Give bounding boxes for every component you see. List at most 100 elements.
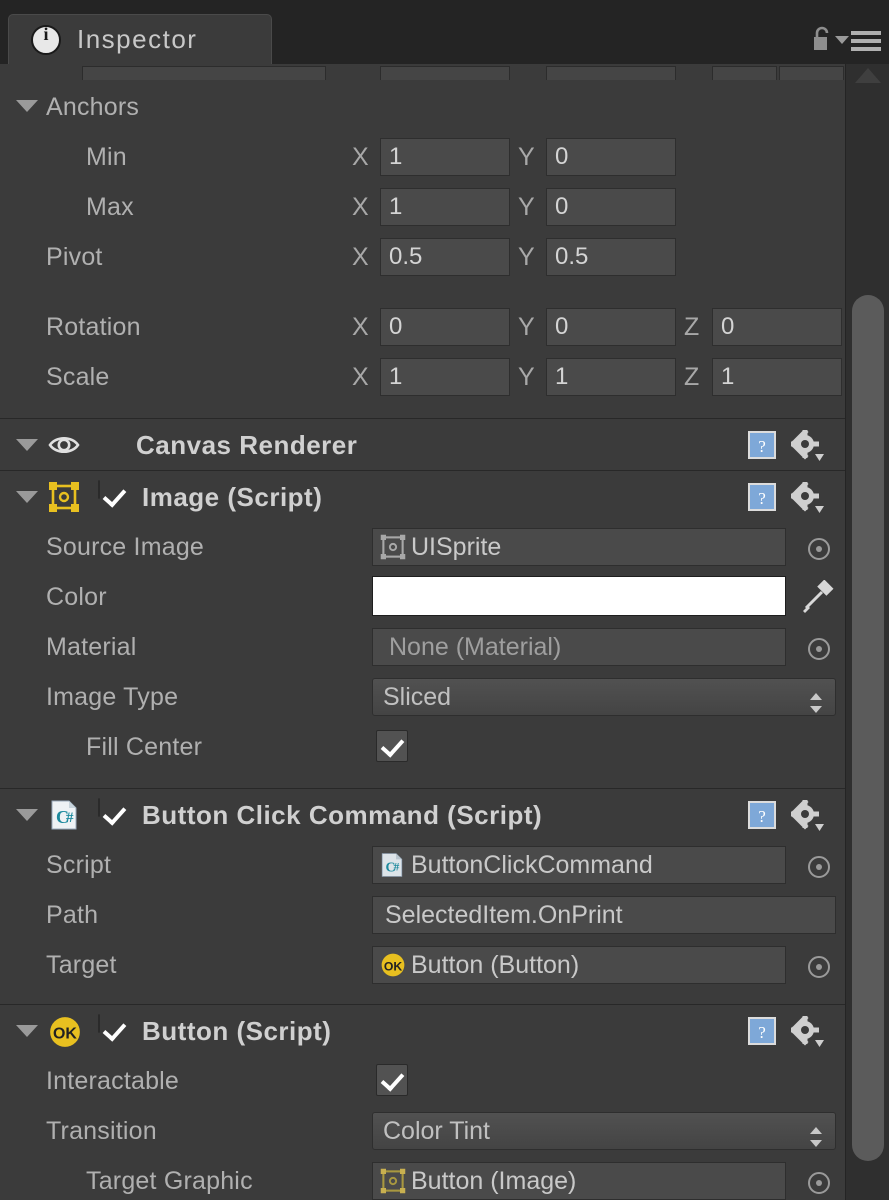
help-book-icon[interactable]: ? (747, 482, 777, 512)
transition-value: Color Tint (383, 1117, 490, 1145)
partial-field-4 (712, 66, 777, 80)
color-swatch-field[interactable] (372, 576, 786, 616)
partial-field-2 (380, 66, 510, 80)
foldout-canvas-renderer-icon[interactable] (16, 439, 38, 451)
anchor-min-y-axis: Y (518, 143, 535, 171)
button-enabled-checkbox[interactable] (98, 1014, 100, 1033)
gear-icon[interactable] (789, 798, 825, 832)
transition-dropdown[interactable]: Color Tint (372, 1112, 836, 1150)
anchor-max-y-input[interactable]: 0 (546, 188, 676, 226)
target-value: Button (Button) (411, 950, 580, 979)
object-picker-icon[interactable] (808, 956, 830, 978)
object-picker-icon[interactable] (808, 538, 830, 560)
target-graphic-objectfield[interactable]: Button (Image) (372, 1162, 786, 1200)
row-source-image: Source Image UISprite (0, 522, 845, 572)
rotation-y-input[interactable]: 0 (546, 308, 676, 346)
button-title: Button (Script) (142, 1016, 332, 1046)
path-value: SelectedItem.OnPrint (385, 900, 623, 929)
spacer-before-button-click-command (0, 772, 845, 788)
scroll-up-arrow-icon[interactable] (855, 68, 881, 83)
row-fill-center: Fill Center (0, 722, 845, 772)
script-value: ButtonClickCommand (411, 850, 653, 879)
tab-inspector-label: Inspector (77, 24, 198, 54)
help-book-icon[interactable]: ? (747, 800, 777, 830)
row-color: Color (0, 572, 845, 622)
foldout-anchors-icon[interactable] (16, 100, 38, 112)
eye-icon (48, 429, 80, 461)
svg-text:OK: OK (384, 959, 403, 973)
source-image-label: Source Image (46, 533, 205, 561)
inspector-scroll-body: Anchors Min X 1 Y 0 Max X 1 Y 0 Pivot X … (0, 64, 889, 1200)
image-type-label: Image Type (46, 683, 179, 711)
scale-y-input[interactable]: 1 (546, 358, 676, 396)
anchor-min-y-input[interactable]: 0 (546, 138, 676, 176)
anchor-max-label: Max (86, 193, 134, 221)
foldout-button-icon[interactable] (16, 1025, 38, 1037)
script-label: Script (46, 851, 112, 879)
component-header-button-click-command[interactable]: C # Button Click Command (Script) ? (0, 788, 845, 840)
csharp-script-icon: C # (379, 851, 407, 879)
image-type-dropdown[interactable]: Sliced (372, 678, 836, 716)
rotation-y-axis: Y (518, 313, 535, 341)
transition-label: Transition (46, 1117, 157, 1145)
interactable-label: Interactable (46, 1067, 180, 1095)
target-objectfield[interactable]: OK Button (Button) (372, 946, 786, 984)
row-transition: Transition Color Tint (0, 1106, 845, 1156)
button-click-command-enabled-checkbox[interactable] (98, 798, 100, 817)
fill-center-checkbox[interactable] (376, 730, 408, 762)
source-image-objectfield[interactable]: UISprite (372, 528, 786, 566)
component-header-canvas-renderer[interactable]: Canvas Renderer ? (0, 418, 845, 470)
gear-icon[interactable] (789, 1014, 825, 1048)
object-picker-icon[interactable] (808, 856, 830, 878)
rotation-z-input[interactable]: 0 (712, 308, 842, 346)
row-target-graphic: Target Graphic Button (Image) (0, 1156, 845, 1200)
material-objectfield[interactable]: None (Material) (372, 628, 786, 666)
vertical-scrollbar[interactable] (845, 64, 889, 1200)
anchor-max-y-axis: Y (518, 193, 535, 221)
scale-x-axis: X (352, 363, 369, 391)
sprite-frame-icon (379, 1167, 407, 1195)
eyedropper-icon[interactable] (800, 579, 834, 614)
object-picker-icon[interactable] (808, 1172, 830, 1194)
help-book-icon[interactable]: ? (747, 1016, 777, 1046)
spacer-pivot-rotation (0, 282, 845, 302)
chevron-down-icon[interactable] (835, 36, 849, 44)
popup-arrows-icon (807, 688, 825, 713)
component-header-image[interactable]: Image (Script) ? (0, 470, 845, 522)
foldout-button-click-command-icon[interactable] (16, 809, 38, 821)
object-picker-icon[interactable] (808, 638, 830, 660)
anchor-max-x-input[interactable]: 1 (380, 188, 510, 226)
scale-z-input[interactable]: 1 (712, 358, 842, 396)
svg-text:?: ? (758, 489, 766, 508)
row-anchor-max: Max X 1 Y 0 (0, 182, 845, 232)
component-header-button[interactable]: OK Button (Script) ? (0, 1004, 845, 1056)
row-interactable: Interactable (0, 1056, 845, 1106)
tab-inspector[interactable]: Inspector (8, 14, 272, 64)
anchors-label: Anchors (46, 93, 140, 121)
row-path: Path SelectedItem.OnPrint (0, 890, 845, 940)
svg-text:?: ? (758, 807, 766, 826)
anchor-min-x-input[interactable]: 1 (380, 138, 510, 176)
row-anchor-min: Min X 1 Y 0 (0, 132, 845, 182)
gear-icon[interactable] (789, 428, 825, 462)
lock-open-icon[interactable] (811, 26, 833, 52)
target-graphic-label: Target Graphic (86, 1167, 253, 1195)
anchor-max-x-axis: X (352, 193, 369, 221)
image-enabled-checkbox[interactable] (98, 480, 100, 499)
script-objectfield[interactable]: C # ButtonClickCommand (372, 846, 786, 884)
scale-x-input[interactable]: 1 (380, 358, 510, 396)
rotation-x-input[interactable]: 0 (380, 308, 510, 346)
pivot-x-input[interactable]: 0.5 (380, 238, 510, 276)
pivot-y-input[interactable]: 0.5 (546, 238, 676, 276)
interactable-checkbox[interactable] (376, 1064, 408, 1096)
scale-label: Scale (46, 363, 110, 391)
path-input[interactable]: SelectedItem.OnPrint (372, 896, 836, 934)
gear-icon[interactable] (789, 480, 825, 514)
hamburger-menu-icon[interactable] (851, 30, 881, 52)
scrollbar-thumb[interactable] (852, 295, 884, 1161)
foldout-image-icon[interactable] (16, 491, 38, 503)
rotation-label: Rotation (46, 313, 141, 341)
help-book-icon[interactable]: ? (747, 430, 777, 460)
svg-text:#: # (394, 862, 400, 874)
row-script: Script C # ButtonClickCommand (0, 840, 845, 890)
